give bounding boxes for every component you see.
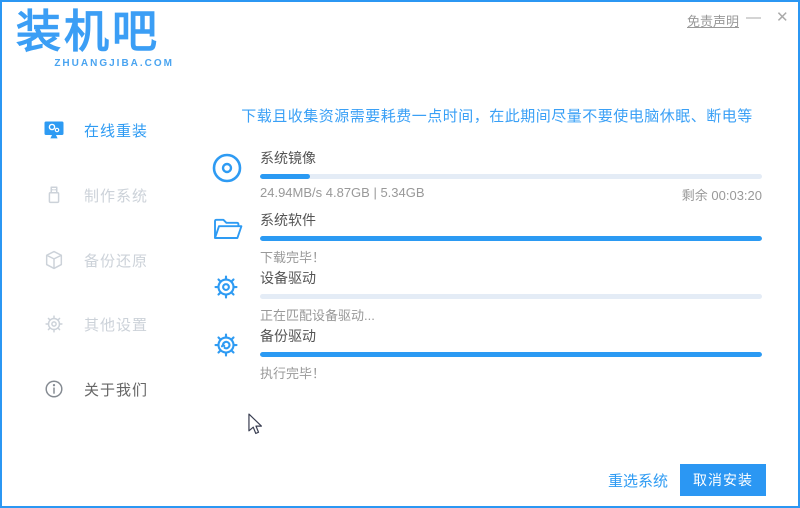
close-button[interactable]: ✕ bbox=[776, 8, 789, 28]
minimize-button[interactable]: — bbox=[746, 8, 761, 28]
app-logo-subtitle: ZHUANGJIBA.COM bbox=[54, 57, 174, 69]
sidebar-item-label: 其他设置 bbox=[84, 316, 149, 334]
info-icon bbox=[42, 377, 66, 401]
app-logo: 装机吧 ZHUANGJIBA.COM bbox=[16, 6, 174, 69]
progress-bar bbox=[260, 352, 762, 357]
mouse-cursor bbox=[247, 413, 263, 435]
usb-drive-icon bbox=[42, 183, 66, 207]
sidebar-item-label: 制作系统 bbox=[84, 187, 149, 205]
sidebar-item-make-system[interactable]: 制作系统 bbox=[2, 175, 202, 215]
task-status-left: 下载完毕！ bbox=[260, 250, 326, 265]
task-title: 设备驱动 bbox=[260, 270, 316, 286]
task-title: 备份驱动 bbox=[260, 328, 316, 344]
task-status-left: 执行完毕！ bbox=[260, 366, 326, 381]
sidebar-item-label: 备份还原 bbox=[84, 252, 149, 270]
progress-fill bbox=[260, 174, 311, 179]
disclaimer-link[interactable]: 免责声明 bbox=[687, 11, 739, 30]
gear-refresh-icon bbox=[211, 330, 243, 362]
sidebar-item-about-us[interactable]: 关于我们 bbox=[2, 369, 202, 409]
app-logo-title: 装机吧 bbox=[16, 6, 161, 57]
task-status-right: 剩余 00:03:20 bbox=[681, 188, 762, 203]
folder-open-icon bbox=[211, 214, 243, 246]
gear-icon bbox=[211, 272, 243, 304]
app-window: 装机吧 ZHUANGJIBA.COM 免责声明 — ✕ 在线重装 制作系统 备份… bbox=[0, 0, 800, 508]
progress-bar bbox=[260, 174, 762, 179]
gear-icon bbox=[42, 312, 66, 336]
sidebar-item-other-settings[interactable]: 其他设置 bbox=[2, 304, 202, 344]
progress-fill bbox=[260, 352, 762, 357]
progress-bar bbox=[260, 236, 762, 241]
cancel-install-button[interactable]: 取消安装 bbox=[680, 464, 766, 496]
monitor-icon bbox=[42, 118, 66, 142]
sidebar-item-label: 在线重装 bbox=[84, 122, 149, 140]
backup-box-icon bbox=[42, 248, 66, 272]
disc-icon bbox=[211, 152, 243, 184]
reselect-system-link[interactable]: 重选系统 bbox=[608, 470, 668, 491]
task-status-left: 24.94MB/s 4.87GB | 5.34GB bbox=[260, 185, 425, 200]
task-title: 系统软件 bbox=[260, 212, 316, 228]
sidebar-item-label: 关于我们 bbox=[84, 381, 149, 399]
sidebar-item-online-reinstall[interactable]: 在线重装 bbox=[2, 110, 202, 150]
progress-bar bbox=[260, 294, 762, 299]
sidebar-item-backup-restore[interactable]: 备份还原 bbox=[2, 240, 202, 280]
task-status-left: 正在匹配设备驱动... bbox=[260, 308, 375, 323]
task-title: 系统镜像 bbox=[260, 150, 316, 166]
notice-text: 下载且收集资源需要耗费一点时间，在此期间尽量不要使电脑休眠、断电等 bbox=[241, 108, 753, 125]
progress-fill bbox=[260, 236, 762, 241]
